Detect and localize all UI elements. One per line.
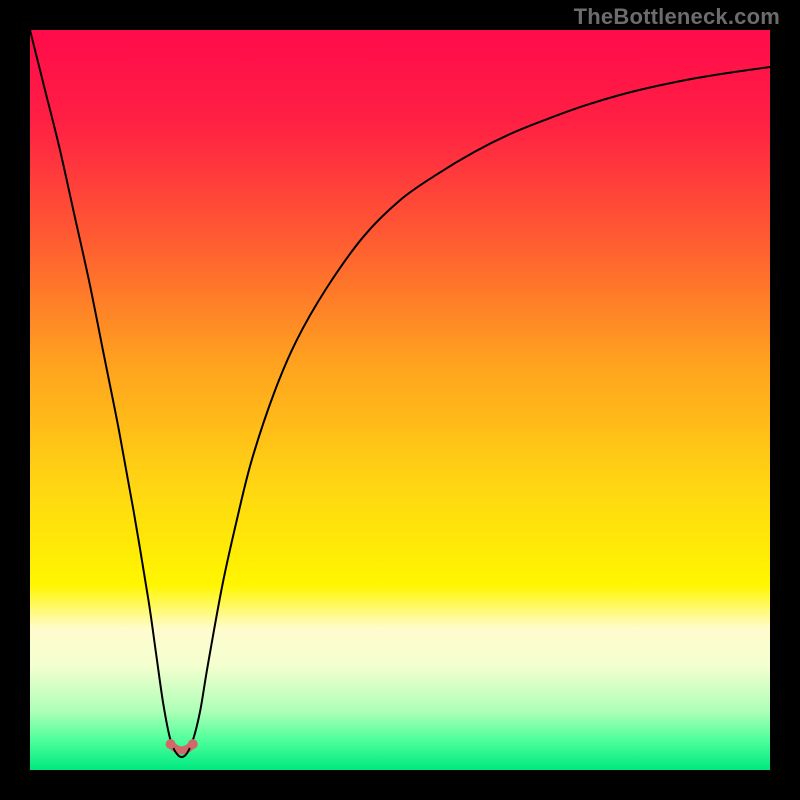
bottleneck-curve <box>30 30 770 757</box>
trough-right <box>188 739 198 749</box>
curve-layer <box>30 30 770 770</box>
chart-frame: TheBottleneck.com <box>0 0 800 800</box>
trough-left <box>166 739 176 749</box>
plot-area <box>30 30 770 770</box>
watermark-text: TheBottleneck.com <box>574 4 780 30</box>
